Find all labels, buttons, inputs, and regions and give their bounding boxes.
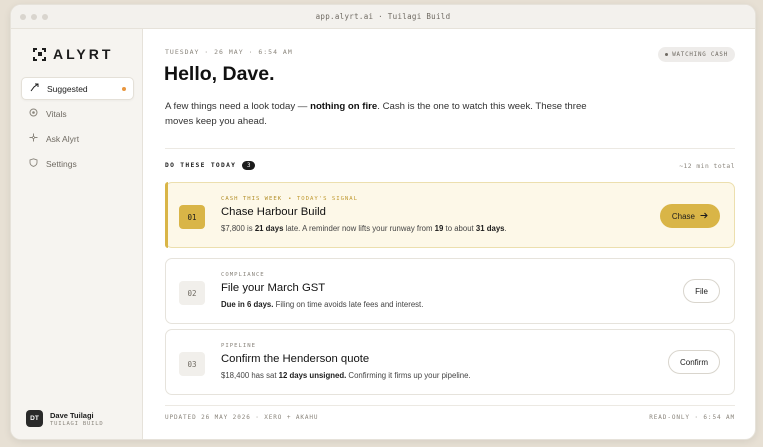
intro-bold: nothing on fire [310, 101, 378, 112]
task-description: Due in 6 days. Filing on time avoids lat… [221, 300, 424, 309]
window-title: app.alyrt.ai · Tuilagi Build [315, 12, 451, 21]
sparkle-arrow-icon [30, 83, 39, 94]
user-name: Dave Tuilagi [50, 410, 94, 420]
task-category-label: COMPLIANCE [221, 272, 265, 278]
sidebar-nav: Suggested Vitals Ask Alyrt Settings [21, 77, 134, 177]
divider [165, 148, 735, 149]
task-category: PIPELINE [221, 343, 624, 349]
task-category: CASH THIS WEEK • TODAY'S SIGNAL [221, 196, 624, 202]
task-title: File your March GST [221, 282, 326, 294]
sidebar-item-ask-alyrt[interactable]: Ask Alyrt [21, 127, 134, 150]
sidebar-item-label: Suggested [47, 83, 88, 94]
brand-logo[interactable]: ALYRT [33, 46, 113, 62]
intro-text: A few things need a look today — nothing… [165, 99, 605, 129]
sidebar-item-vitals[interactable]: Vitals [21, 102, 134, 125]
task-card-chase[interactable]: 01 CASH THIS WEEK • TODAY'S SIGNAL Chase… [165, 182, 735, 248]
task-number: 03 [179, 352, 205, 376]
sidebar-item-label: Settings [46, 158, 77, 169]
section-title: DO THESE TODAY [165, 162, 237, 169]
file-button[interactable]: File [683, 279, 720, 303]
footer-updated: UPDATED 26 MAY 2026 · XERO + AKAHU [165, 414, 319, 421]
app-window: app.alyrt.ai · Tuilagi Build ALYRT Sugge… [10, 4, 756, 440]
brand-name: ALYRT [53, 46, 114, 62]
sparkle-icon [29, 133, 38, 144]
task-category: COMPLIANCE [221, 272, 624, 278]
confirm-button[interactable]: Confirm [667, 350, 720, 374]
task-number: 01 [179, 205, 205, 229]
avatar: DT [26, 410, 43, 427]
task-description: $18,400 has sat 12 days unsigned. Confir… [221, 371, 471, 380]
sidebar-item-suggested[interactable]: Suggested [21, 77, 134, 100]
task-card-henderson[interactable]: 03 PIPELINE Confirm the Henderson quote … [165, 329, 735, 395]
footer-status: READ-ONLY · 6:54 AM [649, 414, 735, 421]
sidebar-item-settings[interactable]: Settings [21, 152, 134, 175]
count-badge: 3 [242, 161, 256, 170]
section-header: DO THESE TODAY 3 [165, 161, 256, 170]
main-content: TUESDAY · 26 MAY · 6:54 AM WATCHING CASH… [143, 29, 755, 439]
task-title: Chase Harbour Build [221, 206, 326, 218]
status-badge-label: WATCHING CASH [672, 51, 728, 58]
user-profile[interactable]: DT Dave Tuilagi TUILAGI BUILD [26, 410, 103, 427]
task-description: $7,800 is 21 days late. A reminder now l… [221, 224, 507, 233]
notification-dot [122, 87, 126, 91]
sidebar: ALYRT Suggested Vitals Ask Alyrt Setting… [11, 29, 143, 439]
status-badge: WATCHING CASH [658, 47, 735, 62]
status-dot [665, 53, 669, 56]
task-category-label: PIPELINE [221, 343, 256, 349]
task-category-label: CASH THIS WEEK [221, 196, 283, 202]
user-org: TUILAGI BUILD [50, 420, 104, 427]
page-title: Hello, Dave. [164, 63, 275, 85]
title-bar: app.alyrt.ai · Tuilagi Build [11, 5, 755, 29]
task-title: Confirm the Henderson quote [221, 353, 370, 365]
arrow-right-icon [700, 212, 708, 221]
task-card-gst[interactable]: 02 COMPLIANCE File your March GST Due in… [165, 258, 735, 324]
alyrt-logo-icon [33, 47, 46, 61]
chase-button[interactable]: Chase [659, 204, 720, 228]
signal-tag: • TODAY'S SIGNAL [288, 196, 359, 202]
sidebar-item-label: Vitals [46, 108, 67, 119]
footer-divider [165, 405, 735, 406]
intro-before: A few things need a look today — [165, 101, 311, 112]
shield-icon [29, 158, 38, 169]
sidebar-item-label: Ask Alyrt [46, 133, 80, 144]
task-number: 02 [179, 281, 205, 305]
date-line: TUESDAY · 26 MAY · 6:54 AM [165, 48, 293, 56]
chase-button-label: Chase [671, 211, 695, 221]
total-time: ~12 min total [679, 163, 735, 170]
target-icon [29, 108, 38, 119]
